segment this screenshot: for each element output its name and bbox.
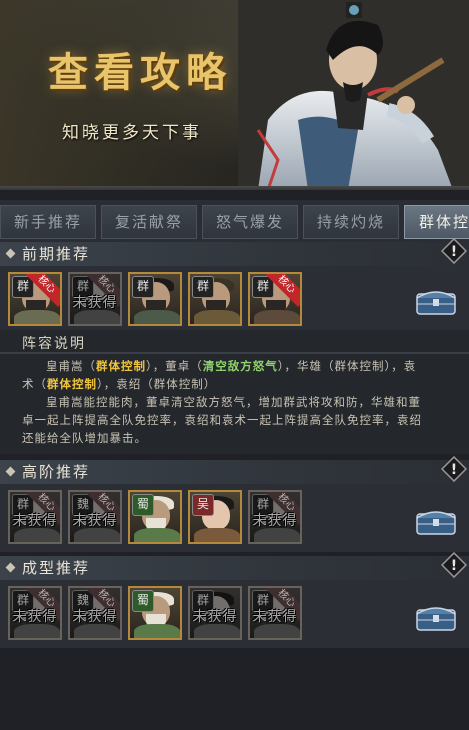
unobtained-label: 未获得 bbox=[72, 609, 118, 625]
unobtained-label: 未获得 bbox=[252, 609, 298, 625]
info-icon[interactable]: ! bbox=[441, 552, 467, 578]
diamond-bullet-icon bbox=[5, 466, 16, 477]
info-icon[interactable]: ! bbox=[441, 456, 467, 482]
unobtained-label: 未获得 bbox=[72, 513, 118, 529]
section-title: 前期推荐 bbox=[22, 245, 91, 263]
section-title: 高阶推荐 bbox=[22, 463, 91, 481]
hero-card[interactable]: 群 bbox=[128, 272, 182, 326]
hero-row: 群 核心 群 核心 未获得 群 群 群 核心 bbox=[8, 272, 318, 326]
tab-revive-sacrifice[interactable]: 复活献祭 bbox=[101, 205, 197, 239]
section-header: 高阶推荐 bbox=[0, 460, 469, 484]
hero-card[interactable]: 群 核心 未获得 bbox=[8, 490, 62, 544]
hero-card[interactable]: 群 bbox=[188, 272, 242, 326]
section-early: 前期推荐 ! 群 核心 群 核心 未获得 群 群 群 核心 bbox=[0, 238, 469, 330]
faction-badge: 群 bbox=[192, 276, 214, 298]
hero-card[interactable]: 群 未获得 bbox=[188, 586, 242, 640]
faction-badge: 蜀 bbox=[132, 590, 154, 612]
svg-text:!: ! bbox=[451, 462, 457, 478]
hero-card[interactable]: 魏 核心 未获得 bbox=[68, 586, 122, 640]
hero-card[interactable]: 魏 核心 未获得 bbox=[68, 490, 122, 544]
lineup-line-5: 还能给全队增加暴击。 bbox=[22, 431, 147, 445]
banner-title: 查看攻略 bbox=[48, 49, 232, 96]
lineup-line-4: 卓一起上阵提高全队免控率，袁绍和袁术一起上阵提高全队免控率，袁绍 bbox=[22, 413, 422, 427]
section-title: 成型推荐 bbox=[22, 559, 91, 577]
hero-card[interactable]: 群 核心 bbox=[8, 272, 62, 326]
treasure-chest-icon[interactable] bbox=[415, 602, 457, 632]
lineup-line-2: 术（群体控制），袁绍（群体控制） bbox=[22, 377, 217, 391]
divider bbox=[0, 352, 469, 354]
section-formed: 成型推荐 ! 群 核心 未获得 魏 核心 未获得 蜀 群 未获得 群 核心 未获… bbox=[0, 552, 469, 648]
lineup-line-3: 皇甫嵩能控能肉，董卓清空敌方怒气，增加群武将攻和防，华雄和董 bbox=[46, 395, 421, 409]
diamond-bullet-icon bbox=[5, 562, 16, 573]
banner-subtitle: 知晓更多天下事 bbox=[62, 123, 202, 143]
treasure-chest-icon[interactable] bbox=[415, 286, 457, 316]
strategy-tabs: 新手推荐 复活献祭 怒气爆发 持续灼烧 群体控 bbox=[0, 200, 469, 242]
tab-sustained-burn[interactable]: 持续灼烧 bbox=[303, 205, 399, 239]
unobtained-label: 未获得 bbox=[12, 609, 58, 625]
lineup-line-1: 皇甫嵩（群体控制），董卓（清空敌方怒气），华雄（群体控制），袁 bbox=[46, 359, 417, 373]
faction-badge: 吴 bbox=[192, 494, 214, 516]
hero-card[interactable]: 蜀 bbox=[128, 490, 182, 544]
info-icon[interactable]: ! bbox=[441, 238, 467, 264]
unobtained-label: 未获得 bbox=[192, 609, 238, 625]
hero-card[interactable]: 群 核心 未获得 bbox=[248, 586, 302, 640]
strategist-hero-illustration bbox=[238, 0, 469, 190]
treasure-chest-icon[interactable] bbox=[415, 506, 457, 536]
section-header: 前期推荐 bbox=[0, 242, 469, 266]
lineup-title: 阵容说明 bbox=[22, 336, 86, 352]
unobtained-label: 未获得 bbox=[12, 513, 58, 529]
hero-card[interactable]: 吴 bbox=[188, 490, 242, 544]
svg-text:!: ! bbox=[451, 244, 457, 260]
faction-badge: 蜀 bbox=[132, 494, 154, 516]
faction-badge: 群 bbox=[132, 276, 154, 298]
hero-card[interactable]: 蜀 bbox=[128, 586, 182, 640]
unobtained-label: 未获得 bbox=[252, 513, 298, 529]
tab-newbie[interactable]: 新手推荐 bbox=[0, 205, 96, 239]
banner-bottom-edge bbox=[0, 186, 469, 190]
hero-row: 群 核心 未获得 魏 核心 未获得 蜀 吴 群 核心 未获得 bbox=[8, 490, 318, 544]
tab-group-control[interactable]: 群体控 bbox=[404, 205, 469, 239]
tab-rage-burst[interactable]: 怒气爆发 bbox=[202, 205, 298, 239]
section-header: 成型推荐 bbox=[0, 556, 469, 580]
hero-card[interactable]: 群 核心 bbox=[248, 272, 302, 326]
hero-card[interactable]: 群 核心 未获得 bbox=[68, 272, 122, 326]
section-advanced: 高阶推荐 ! 群 核心 未获得 魏 核心 未获得 蜀 吴 群 核心 未获得 bbox=[0, 456, 469, 552]
hero-card[interactable]: 群 核心 未获得 bbox=[248, 490, 302, 544]
lineup-description: 阵容说明 皇甫嵩（群体控制），董卓（清空敌方怒气），华雄（群体控制），袁 术（群… bbox=[0, 330, 469, 454]
unobtained-label: 未获得 bbox=[72, 295, 118, 311]
diamond-bullet-icon bbox=[5, 248, 16, 259]
hero-row: 群 核心 未获得 魏 核心 未获得 蜀 群 未获得 群 核心 未获得 bbox=[8, 586, 318, 640]
svg-text:!: ! bbox=[451, 558, 457, 574]
strategy-banner: 查看攻略 知晓更多天下事 bbox=[0, 0, 469, 190]
hero-card[interactable]: 群 核心 未获得 bbox=[8, 586, 62, 640]
